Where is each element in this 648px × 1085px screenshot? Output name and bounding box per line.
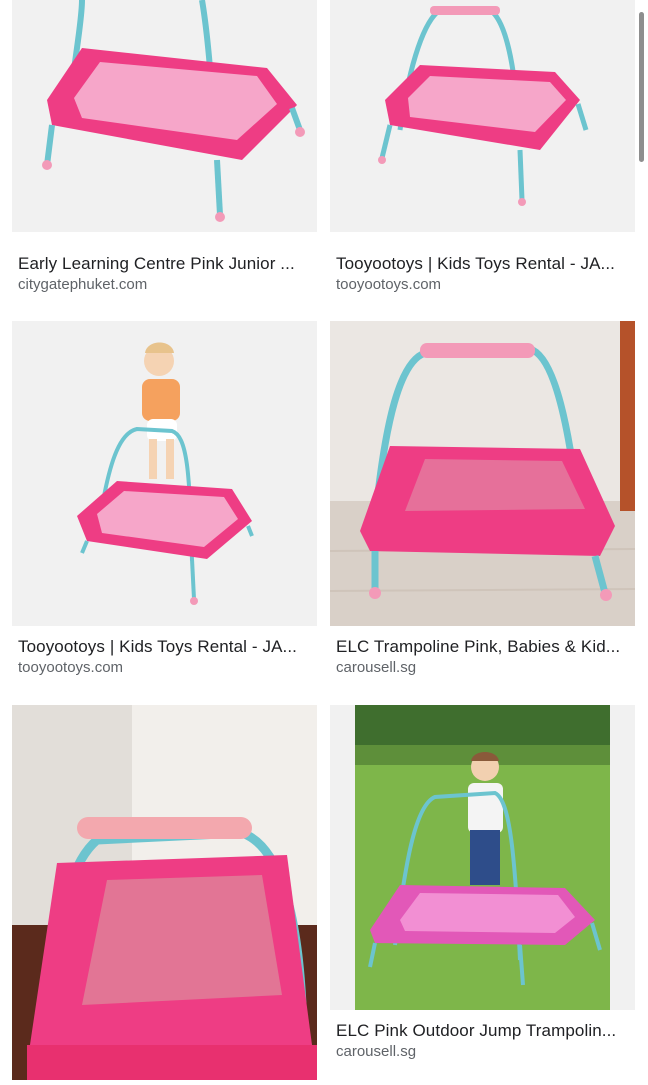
result-source[interactable]: tooyootoys.com	[18, 659, 123, 676]
result-card[interactable]: Early Learning Centre Pink Junior ... ci…	[12, 0, 317, 300]
result-title[interactable]: ELC Trampoline Pink, Babies & Kid...	[336, 637, 631, 657]
result-thumbnail[interactable]	[12, 321, 317, 626]
result-source[interactable]: carousell.sg	[336, 659, 416, 676]
result-card[interactable]: ELC Trampoline Pink, Babies & Kid... car…	[330, 321, 635, 691]
result-source[interactable]: tooyootoys.com	[336, 276, 441, 293]
result-title[interactable]: Tooyootoys | Kids Toys Rental - JA...	[336, 254, 631, 274]
result-card[interactable]: Tooyootoys | Kids Toys Rental - JA... to…	[12, 321, 317, 691]
result-source[interactable]: carousell.sg	[336, 1043, 416, 1060]
result-thumbnail[interactable]	[330, 0, 635, 232]
scrollbar[interactable]	[639, 12, 644, 162]
result-card[interactable]	[12, 705, 317, 1085]
result-source[interactable]: citygatephuket.com	[18, 276, 147, 293]
result-card[interactable]: Tooyootoys | Kids Toys Rental - JA... to…	[330, 0, 635, 300]
result-title[interactable]: Early Learning Centre Pink Junior ...	[18, 254, 313, 274]
result-title[interactable]: ELC Pink Outdoor Jump Trampolin...	[336, 1021, 631, 1041]
result-thumbnail[interactable]	[330, 321, 635, 626]
result-card[interactable]: ELC Pink Outdoor Jump Trampolin... carou…	[330, 705, 635, 1075]
result-title[interactable]: Tooyootoys | Kids Toys Rental - JA...	[18, 637, 313, 657]
result-thumbnail[interactable]	[12, 0, 317, 232]
result-thumbnail[interactable]	[330, 705, 635, 1010]
result-thumbnail[interactable]	[12, 705, 317, 1080]
